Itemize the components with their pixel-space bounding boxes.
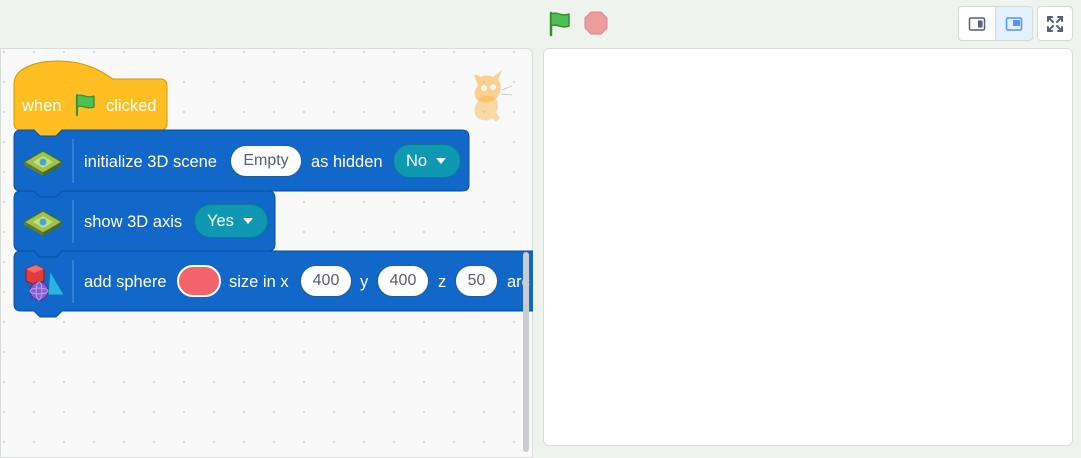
y-label: y — [360, 273, 369, 291]
stage-size-toggle — [958, 6, 1033, 41]
workspace-scrollbar[interactable] — [523, 252, 529, 452]
hat-clicked-label: clicked — [106, 97, 157, 115]
size-x-input[interactable]: 400 — [300, 265, 352, 297]
green-flag-icon — [73, 93, 99, 117]
as-hidden-label: as hidden — [311, 153, 383, 171]
scene-plane-icon — [22, 148, 64, 178]
size-y-input[interactable]: 400 — [377, 265, 429, 297]
large-stage-icon[interactable] — [995, 7, 1032, 40]
scene-plane-icon — [22, 208, 64, 238]
size-z-input[interactable]: 50 — [455, 265, 498, 297]
axis-dropdown-value: Yes — [207, 211, 234, 230]
size-in-x-label: size in x — [229, 273, 289, 291]
hidden-dropdown[interactable]: No — [393, 144, 461, 178]
chevron-down-icon — [436, 158, 447, 164]
z-label: z — [438, 273, 447, 291]
stage-canvas[interactable] — [543, 48, 1073, 446]
axis-dropdown[interactable]: Yes — [194, 204, 268, 238]
init-scene-label: initialize 3D scene — [84, 153, 217, 171]
stop-icon[interactable] — [584, 11, 608, 35]
sphere-color-swatch[interactable] — [177, 265, 221, 297]
hidden-dropdown-value: No — [406, 151, 428, 170]
add-sphere-label: add sphere — [84, 273, 167, 291]
green-flag-icon[interactable] — [547, 11, 575, 37]
fullscreen-icon[interactable] — [1037, 6, 1073, 41]
chevron-down-icon — [242, 218, 253, 224]
3d-shapes-icon — [22, 263, 66, 303]
scene-type-input[interactable]: Empty — [230, 145, 302, 177]
show-axis-label: show 3D axis — [84, 213, 183, 231]
hat-when-label: when — [22, 97, 62, 115]
small-stage-icon[interactable] — [959, 7, 996, 40]
